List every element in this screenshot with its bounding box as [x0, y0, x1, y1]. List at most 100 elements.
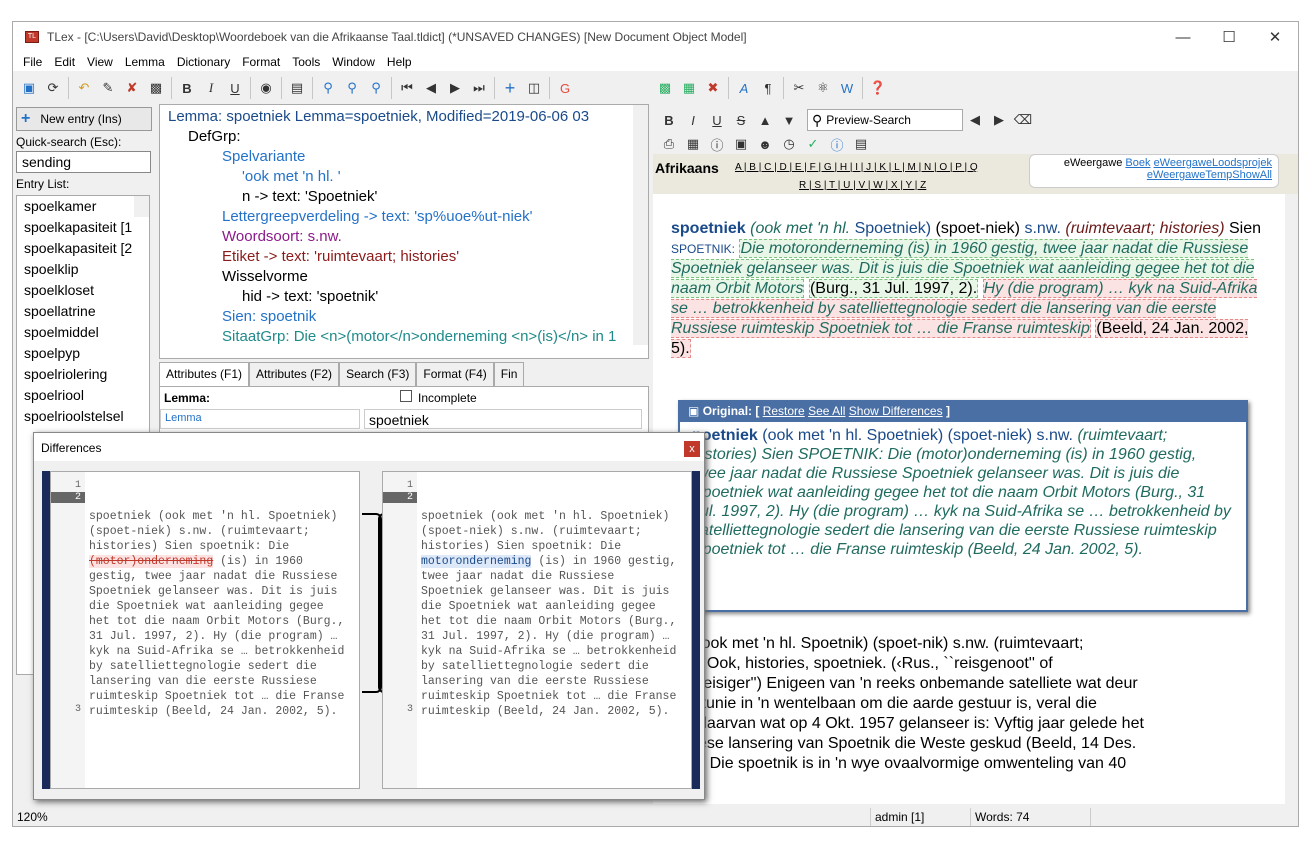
link-loodsprojek[interactable]: eWeergaweLoodsprojek: [1154, 157, 1272, 169]
menu-dictionary[interactable]: Dictionary: [171, 55, 236, 69]
list-item[interactable]: spoelmiddel: [17, 322, 149, 343]
restore-link[interactable]: Restore: [763, 404, 805, 418]
info-box-icon[interactable]: ⓘ: [705, 132, 729, 156]
tree-view[interactable]: Lemma: spoetniek Lemma=spoetniek, Modifi…: [159, 104, 649, 359]
superscript-icon[interactable]: ▲: [753, 108, 777, 132]
menu-help[interactable]: Help: [381, 55, 418, 69]
tree-woordsoort[interactable]: Woordsoort: s.nw.: [222, 227, 342, 247]
binoculars-icon[interactable]: ◉: [254, 76, 278, 100]
tab-format[interactable]: Format (F4): [416, 362, 494, 386]
new-entry-button[interactable]: + New entry (Ins): [16, 107, 152, 131]
first-icon[interactable]: ⏮: [395, 76, 419, 100]
differences-close-button[interactable]: x: [684, 441, 700, 457]
preview-search-input[interactable]: Preview-Search: [826, 113, 911, 127]
menu-window[interactable]: Window: [326, 55, 381, 69]
preview-italic-icon[interactable]: I: [681, 108, 705, 132]
list-item[interactable]: spoellatrine: [17, 301, 149, 322]
printer-icon[interactable]: ⎙: [657, 132, 681, 156]
list-item[interactable]: spoelpyp: [17, 343, 149, 364]
preview-next-icon[interactable]: ▶: [987, 108, 1011, 132]
screen-icon[interactable]: ▤: [285, 76, 309, 100]
maximize-icon[interactable]: ☐: [1206, 28, 1252, 46]
menu-tools[interactable]: Tools: [286, 55, 326, 69]
minimize-icon[interactable]: —: [1160, 29, 1206, 46]
edit-icon[interactable]: ✎: [96, 76, 120, 100]
undo-icon[interactable]: ↶: [72, 76, 96, 100]
tree-lemma[interactable]: Lemma: spoetniek Lemma=spoetniek, Modifi…: [168, 107, 589, 127]
list-item[interactable]: spoelriolering: [17, 364, 149, 385]
font-icon[interactable]: A: [732, 76, 756, 100]
list-item[interactable]: spoelkloset: [17, 280, 149, 301]
tree-ook[interactable]: 'ook met 'n hl. ': [242, 167, 341, 187]
last-icon[interactable]: ⏭: [467, 76, 491, 100]
menu-edit[interactable]: Edit: [48, 55, 81, 69]
tree-hid[interactable]: hid -> text: 'spoetnik': [242, 287, 378, 307]
pilcrow-icon[interactable]: ¶: [756, 76, 780, 100]
tab-search[interactable]: Search (F3): [339, 362, 417, 386]
list-item[interactable]: spoelkapasiteit [2: [17, 238, 149, 259]
delete-icon[interactable]: ✘: [120, 76, 144, 100]
incomplete-checkbox[interactable]: [400, 390, 412, 402]
info-icon[interactable]: ⓘ: [825, 132, 849, 156]
alphabet-row-1[interactable]: A | B | C | D | E | F | G | H | I | J | …: [735, 162, 978, 173]
preview-scrollbar[interactable]: [1285, 194, 1298, 804]
tree-defgrp[interactable]: DefGrp:: [188, 127, 241, 147]
link-boek[interactable]: Boek: [1125, 157, 1150, 169]
alphabet-row-2[interactable]: R | S | T | U | V | W | X | Y | Z: [799, 180, 926, 191]
diff-right-panel[interactable]: 1 2 3 spoetniek (ook met 'n hl. Spoetnie…: [382, 471, 692, 789]
eraser-icon[interactable]: ⌫: [1011, 108, 1035, 132]
menu-view[interactable]: View: [81, 55, 119, 69]
preview-bold-icon[interactable]: B: [657, 108, 681, 132]
strike-icon[interactable]: S: [729, 108, 753, 132]
entry-list-scrollbar[interactable]: [134, 196, 149, 217]
tree-sitaat[interactable]: SitaatGrp: Die <n>(motor</n>onderneming …: [222, 327, 616, 347]
spellcheck-icon[interactable]: ✓: [801, 132, 825, 156]
link-tempshowall[interactable]: eWeergaweTempShowAll: [1147, 169, 1272, 181]
tree-lettergreep[interactable]: Lettergreepverdeling -> text: 'sp%uoe%ut…: [222, 207, 533, 227]
prev-icon[interactable]: ◀: [419, 76, 443, 100]
trash-icon[interactable]: ◫: [522, 76, 546, 100]
list-item[interactable]: spoelrioolstelsel: [17, 406, 149, 427]
tree-sien[interactable]: Sien: spoetnik: [222, 307, 316, 327]
list-item[interactable]: spoelkapasiteit [1: [17, 217, 149, 238]
tree-etiket[interactable]: Etiket -> text: 'ruimtevaart; histories': [222, 247, 459, 267]
italic-icon[interactable]: I: [199, 76, 223, 100]
subscript-icon[interactable]: ▼: [777, 108, 801, 132]
diff-left-panel[interactable]: 1 2 3 spoetniek (ook met 'n hl. Spoetnie…: [50, 471, 360, 789]
underline-icon[interactable]: U: [223, 76, 247, 100]
grid-icon[interactable]: ▦: [681, 132, 705, 156]
entry-p7[interactable]: SPOETNIK:: [671, 242, 735, 256]
tree-scrollbar[interactable]: [633, 105, 648, 345]
clock-icon[interactable]: ◷: [777, 132, 801, 156]
tab-attributes-f2[interactable]: Attributes (F2): [249, 362, 340, 386]
photo-icon[interactable]: ▤: [849, 132, 873, 156]
menu-file[interactable]: File: [17, 55, 48, 69]
list-item[interactable]: spoelklip: [17, 259, 149, 280]
excel-icon[interactable]: ▦: [677, 76, 701, 100]
menu-lemma[interactable]: Lemma: [119, 55, 171, 69]
style-icon[interactable]: ⚛: [811, 76, 835, 100]
remove-icon[interactable]: ✖: [701, 76, 725, 100]
tab-find[interactable]: Fin: [493, 362, 525, 386]
quick-search-input[interactable]: sending: [16, 151, 151, 173]
show-differences-link[interactable]: Show Differences: [849, 404, 943, 418]
see-all-link[interactable]: See All: [808, 404, 845, 418]
save-icon[interactable]: ▣: [17, 76, 41, 100]
scissors-icon[interactable]: ✂: [787, 76, 811, 100]
help-icon[interactable]: ❓: [866, 76, 890, 100]
users-icon[interactable]: ☻: [753, 132, 777, 156]
menu-format[interactable]: Format: [236, 55, 286, 69]
tree-n-text[interactable]: n -> text: 'Spoetniek': [242, 187, 377, 207]
preview-prev-icon[interactable]: ◀: [963, 108, 987, 132]
add-icon[interactable]: +: [498, 76, 522, 100]
tree-spelvariante[interactable]: Spelvariante: [222, 147, 305, 167]
lemma-value-field[interactable]: spoetniek: [364, 409, 642, 429]
tab-attributes-f1[interactable]: Attributes (F1): [159, 362, 250, 386]
list-item[interactable]: spoelriool: [17, 385, 149, 406]
zoom-icon[interactable]: ⚲: [316, 76, 340, 100]
list-item[interactable]: spoelkamer: [17, 196, 149, 217]
refresh-icon[interactable]: ⟳: [41, 76, 65, 100]
word-icon[interactable]: W: [835, 76, 859, 100]
tree-wisselvorme[interactable]: Wisselvorme: [222, 267, 308, 287]
bold-icon[interactable]: B: [175, 76, 199, 100]
